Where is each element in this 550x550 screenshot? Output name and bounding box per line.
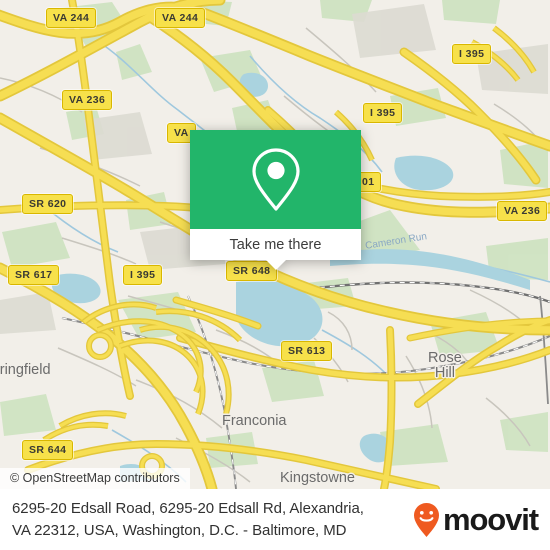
address-caption: 6295-20 Edsall Road, 6295-20 Edsall Rd, … — [12, 498, 413, 541]
screenshot-root: VA 244 VA 244 VA 236 VA I 395 I 395 01 V… — [0, 0, 550, 550]
osm-attribution[interactable]: © OpenStreetMap contributors — [0, 468, 190, 489]
moovit-wordmark: moovit — [442, 502, 539, 537]
location-callout-card[interactable]: Take me there — [190, 130, 361, 270]
place-label-kingstowne: Kingstowne — [280, 470, 355, 486]
road-shield-sr644: SR 644 — [22, 440, 74, 460]
place-label-rose-hill-line1: Rose — [428, 350, 462, 366]
take-me-there-label: Take me there — [229, 236, 322, 253]
place-label-rose-hill: Rose Hill — [428, 350, 462, 382]
road-shield-va244-west: VA 244 — [46, 8, 97, 28]
callout-pointer-tip — [265, 260, 286, 270]
road-shield-i395-west: I 395 — [123, 265, 163, 285]
callout-action-bar[interactable]: Take me there — [190, 229, 361, 270]
callout-header — [190, 130, 361, 229]
road-shield-va236-east: VA 236 — [497, 201, 548, 221]
footer-bar: 6295-20 Edsall Road, 6295-20 Edsall Rd, … — [0, 489, 550, 550]
address-line-1: 6295-20 Edsall Road, 6295-20 Edsall Rd, … — [12, 500, 364, 518]
map-canvas[interactable]: VA 244 VA 244 VA 236 VA I 395 I 395 01 V… — [0, 0, 550, 489]
road-shield-sr617: SR 617 — [8, 265, 60, 285]
road-shield-sr613: SR 613 — [281, 341, 333, 361]
place-label-rose-hill-line2: Hill — [434, 365, 455, 382]
place-label-franconia: Franconia — [222, 413, 287, 429]
map-pin-icon — [251, 147, 300, 211]
road-shield-i395-mid: I 395 — [363, 103, 403, 123]
road-shield-va236-west: VA 236 — [62, 90, 113, 110]
address-line-2: VA 22312, USA, Washington, D.C. - Baltim… — [12, 521, 347, 539]
road-shield-va244-east: VA 244 — [155, 8, 206, 28]
road-shield-i395-north: I 395 — [452, 44, 492, 64]
place-label-springfield: Springfield — [0, 362, 51, 378]
moovit-pin-icon — [413, 502, 439, 537]
road-shield-sr620: SR 620 — [22, 194, 74, 214]
moovit-logo[interactable]: moovit — [413, 502, 542, 538]
